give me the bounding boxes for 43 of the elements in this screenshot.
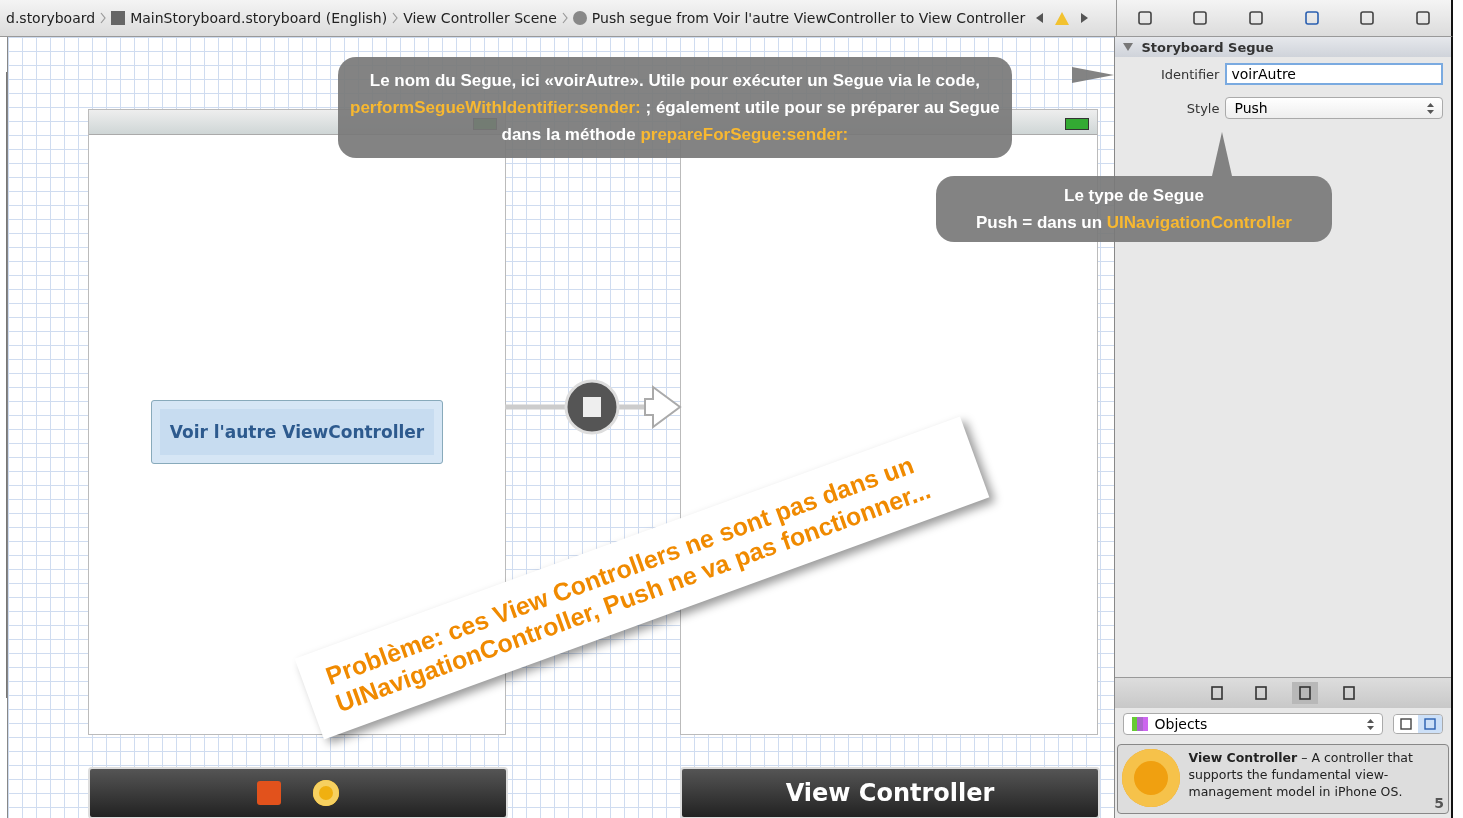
voir-button[interactable]: Voir l'autre ViewController (151, 400, 443, 464)
field-label: Identifier (1159, 66, 1220, 82)
field-label: Style (1185, 100, 1220, 116)
inspector-tab-icon[interactable] (1248, 11, 1265, 25)
up-down-arrows-icon (1427, 102, 1434, 114)
inspector-tab-icon[interactable] (1192, 11, 1209, 25)
library-tab-icon (1254, 686, 1269, 700)
section-header[interactable]: Storyboard Segue (1115, 37, 1451, 57)
library-tab-icon (1298, 686, 1313, 700)
view-mode-button[interactable] (1418, 715, 1442, 733)
battery-icon (1065, 118, 1089, 130)
inspector-tab-icon[interactable] (1303, 11, 1320, 25)
identifier-field[interactable]: voirAutre (1225, 63, 1443, 85)
library-item[interactable]: View Controller – A controller that supports the fundamental view-management model in iPhone OS. 5 (1117, 744, 1449, 814)
view-mode-icon (1424, 718, 1436, 730)
chevron-icon (561, 12, 568, 24)
breadcrumb-item[interactable]: Push segue from Voir l'autre ViewController to View Controller (591, 10, 1026, 26)
library-tab-icon (1342, 686, 1357, 700)
chevron-icon (392, 12, 399, 24)
callout-text: Le nom du Segue, ici «voirAutre». Utile pour exécuter un Segue via le code, (368, 70, 982, 92)
callout-text: Le type de Segue (1063, 185, 1205, 207)
disclosure-triangle-icon[interactable] (1123, 43, 1134, 51)
objects-dropdown[interactable]: Objects (1123, 713, 1383, 735)
section-title: Storyboard Segue (1141, 39, 1274, 55)
library-item-text: View Controller – A controller that supports the fundamental view-management model in iPhone OS. (1188, 749, 1414, 801)
breadcrumb-item[interactable]: MainStoryboard.storyboard (English) (130, 10, 388, 26)
chevron-icon (100, 12, 107, 24)
view-mode-icon (1400, 718, 1412, 730)
view-mode-button[interactable] (1394, 715, 1418, 733)
page-number: 5 (1434, 795, 1444, 811)
inspector-tab-icon[interactable] (1136, 11, 1153, 25)
breadcrumb-item[interactable]: d.storyboard (6, 10, 96, 26)
up-down-arrows-icon (1367, 718, 1374, 730)
style-dropdown[interactable]: Push (1225, 97, 1443, 119)
callout-text: performSegueWithIdentifier:sender: ; également utile pour se préparer au Segue (350, 97, 1000, 119)
scene-title: View Controller (680, 767, 1100, 818)
library-tab[interactable] (1292, 682, 1319, 704)
library-tab-icon (1210, 686, 1225, 700)
callout-text: dans la méthode prepareForSegue:sender: (500, 124, 850, 146)
callout-text: Push = dans un UINavigationController (976, 212, 1292, 234)
inspector-tab-icon[interactable] (1415, 11, 1432, 25)
inspector-tab-icon[interactable] (1359, 11, 1376, 25)
breadcrumb-item[interactable]: View Controller Scene (403, 10, 557, 26)
